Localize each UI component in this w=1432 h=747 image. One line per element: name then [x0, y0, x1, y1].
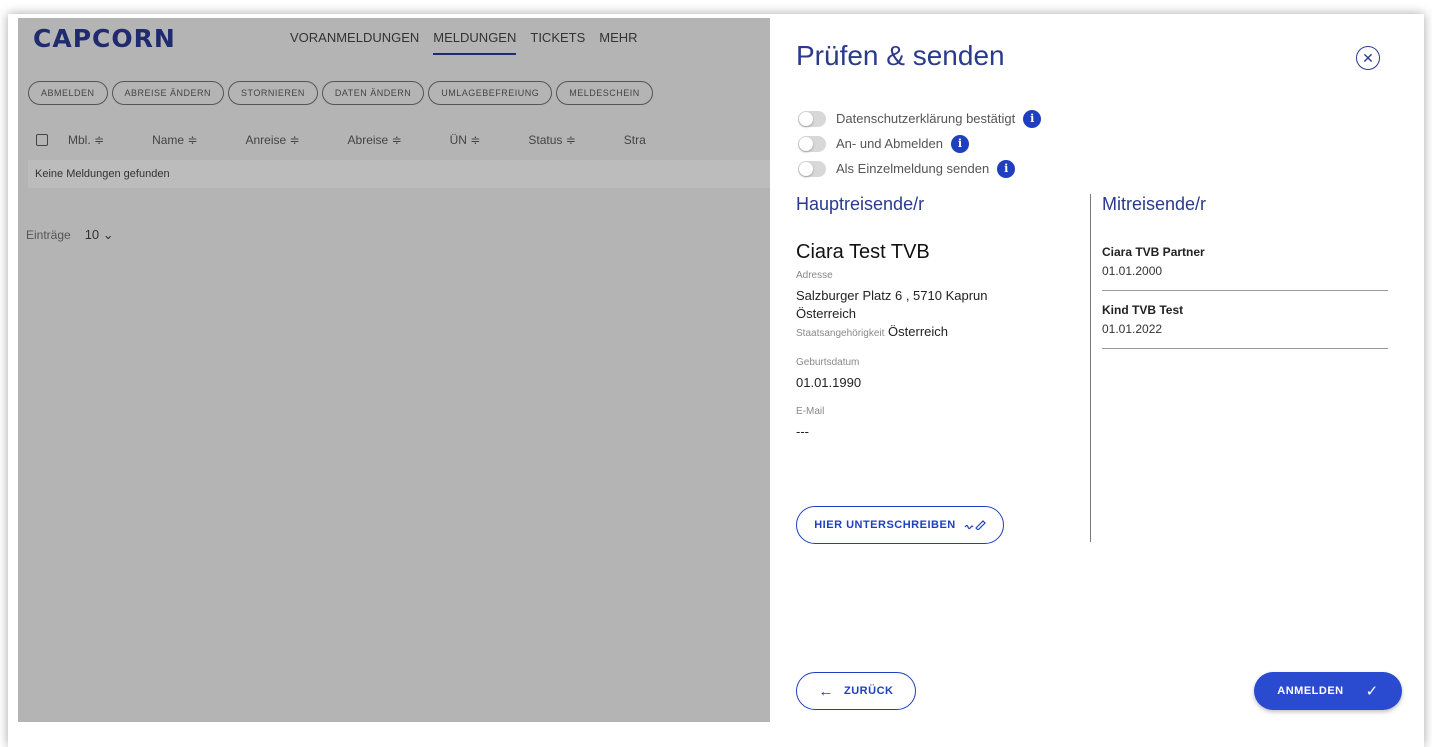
nationality-label: Staatsangehörigkeit	[796, 328, 885, 339]
address-label: Adresse	[796, 270, 833, 281]
back-label: ZURÜCK	[844, 685, 894, 697]
submit-button[interactable]: ANMELDEN ✓	[1254, 672, 1402, 710]
background-app: CAPCORN VORANMELDUNGEN MELDUNGEN TICKETS…	[18, 18, 770, 722]
column-strasse[interactable]: Stra	[624, 133, 646, 147]
entries-label: Einträge	[26, 228, 71, 242]
column-mbl[interactable]: Mbl. ≑	[68, 133, 104, 147]
nationality: Staatsangehörigkeit Österreich	[796, 323, 1086, 343]
toggle-checkin-checkout: An- und Abmelden i	[798, 131, 1041, 156]
abreise-aendern-button[interactable]: ABREISE ÄNDERN	[111, 81, 225, 105]
umlagebefreiung-button[interactable]: UMLAGEBEFREIUNG	[428, 81, 553, 105]
abmelden-button[interactable]: ABMELDEN	[28, 81, 108, 105]
back-button[interactable]: ← ZURÜCK	[796, 672, 916, 710]
submit-label: ANMELDEN	[1277, 685, 1344, 697]
column-status[interactable]: Status ≑	[528, 133, 575, 147]
main-traveler-section: Hauptreisende/r Ciara Test TVB Adresse S…	[796, 194, 1086, 441]
sign-here-label: HIER UNTERSCHREIBEN	[814, 519, 956, 531]
panel-title: Prüfen & senden	[796, 40, 1005, 71]
companion-name: Kind TVB Test	[1102, 303, 1184, 317]
privacy-switch[interactable]	[798, 110, 826, 127]
toggle-single-report: Als Einzelmeldung senden i	[798, 156, 1041, 181]
top-navigation: VORANMELDUNGEN MELDUNGEN TICKETS MEHR	[290, 30, 638, 55]
empty-table-message: Keine Meldungen gefunden	[28, 160, 770, 188]
companion-name: Ciara TVB Partner	[1102, 245, 1205, 259]
column-divider	[1090, 194, 1091, 542]
select-all-checkbox[interactable]	[36, 134, 48, 146]
nav-tickets[interactable]: TICKETS	[530, 30, 585, 55]
list-item: Kind TVB Test 01.01.2022	[1102, 303, 1388, 349]
companions-section: Mitreisende/r Ciara TVB Partner 01.01.20…	[1102, 194, 1388, 361]
column-abreise[interactable]: Abreise ≑	[348, 133, 402, 147]
toggle-privacy: Datenschutzerklärung bestätigt i	[798, 106, 1042, 131]
entries-per-page: Einträge 10 ⌄	[26, 226, 114, 244]
meldeschein-button[interactable]: MELDESCHEIN	[556, 81, 653, 105]
column-anreise[interactable]: Anreise ≑	[245, 133, 299, 147]
email-value: ---	[796, 424, 809, 439]
single-report-switch[interactable]	[798, 160, 826, 177]
birthdate-label: Geburtsdatum	[796, 357, 860, 368]
info-icon[interactable]: i	[1023, 109, 1042, 128]
toggle-privacy-label: Datenschutzerklärung bestätigt	[836, 111, 1016, 126]
info-icon[interactable]: i	[997, 159, 1016, 178]
address-line2: Österreich	[796, 306, 856, 321]
nav-voranmeldungen[interactable]: VORANMELDUNGEN	[290, 30, 419, 55]
column-uen[interactable]: ÜN ≑	[450, 133, 481, 147]
companion-birthdate: 01.01.2000	[1102, 264, 1163, 278]
table-header: Mbl. ≑ Name ≑ Anreise ≑ Abreise ≑ ÜN ≑ S…	[28, 124, 770, 156]
daten-aendern-button[interactable]: DATEN ÄNDERN	[321, 81, 425, 105]
arrow-left-icon: ←	[818, 682, 835, 700]
stornieren-button[interactable]: STORNIEREN	[228, 81, 318, 105]
info-icon[interactable]: i	[950, 134, 969, 153]
capcorn-logo: CAPCORN	[33, 24, 176, 53]
entries-select[interactable]: 10 ⌄	[85, 226, 114, 244]
action-bar: ABMELDEN ABREISE ÄNDERN STORNIEREN DATEN…	[28, 81, 653, 105]
main-traveler-heading: Hauptreisende/r	[796, 194, 925, 214]
list-item: Ciara TVB Partner 01.01.2000	[1102, 245, 1388, 291]
nationality-value: Österreich	[888, 324, 948, 339]
chevron-down-icon: ⌄	[102, 227, 114, 242]
review-send-panel: Prüfen & senden ✕ Datenschutzerklärung b…	[770, 18, 1418, 722]
option-toggles: Datenschutzerklärung bestätigt i An- und…	[798, 106, 1042, 181]
column-name[interactable]: Name ≑	[152, 133, 197, 147]
sign-here-button[interactable]: HIER UNTERSCHREIBEN	[796, 506, 1004, 544]
toggle-checkin-checkout-label: An- und Abmelden	[836, 136, 943, 151]
signature-pen-icon	[964, 518, 986, 533]
email-label: E-Mail	[796, 406, 825, 417]
toggle-single-report-label: Als Einzelmeldung senden	[836, 161, 990, 176]
nav-meldungen[interactable]: MELDUNGEN	[433, 30, 517, 55]
close-icon: ✕	[1362, 49, 1374, 66]
checkin-checkout-switch[interactable]	[798, 135, 826, 152]
birthdate-value: 01.01.1990	[796, 375, 862, 390]
nav-mehr[interactable]: MEHR	[599, 30, 637, 55]
checkmark-icon: ✓	[1365, 683, 1379, 700]
close-button[interactable]: ✕	[1356, 46, 1380, 70]
companions-heading: Mitreisende/r	[1102, 194, 1207, 214]
guest-name: Ciara Test TVB	[796, 241, 930, 263]
address-line1: Salzburger Platz 6 , 5710 Kaprun	[796, 288, 988, 303]
companion-birthdate: 01.01.2022	[1102, 322, 1163, 336]
